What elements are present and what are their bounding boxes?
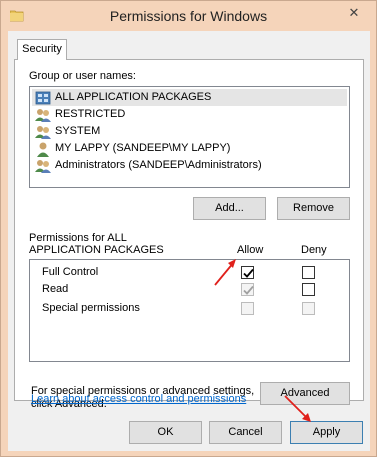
deny-column-header: Deny <box>301 244 327 256</box>
user-name: ALL APPLICATION PACKAGES <box>55 91 212 103</box>
special-allow-checkbox <box>241 302 254 315</box>
user-name: Administrators (SANDEEP\Administrators) <box>55 159 262 171</box>
group-icon <box>35 126 51 139</box>
group-names-label: Group or user names: <box>29 70 136 82</box>
annotation-arrow-icon <box>284 395 311 422</box>
close-button[interactable]: ✕ <box>336 2 372 23</box>
checkmark-icon <box>243 268 254 278</box>
checkmark-icon <box>243 285 254 295</box>
list-item[interactable]: RESTRICTED <box>32 106 347 123</box>
list-item[interactable]: SYSTEM <box>32 123 347 140</box>
permission-name: Full Control <box>42 266 99 278</box>
permission-name: Special permissions <box>42 302 140 314</box>
dialog-client-area: Security Group or user names: ALL APPLIC… <box>8 31 370 451</box>
permissions-label-line2: APPLICATION PACKAGES <box>29 244 164 256</box>
remove-button[interactable]: Remove <box>277 197 350 220</box>
list-item[interactable]: ALL APPLICATION PACKAGES <box>32 89 347 106</box>
permissions-window: Permissions for Windows ✕ Security Group… <box>0 0 377 457</box>
full-control-deny-checkbox[interactable] <box>302 266 315 279</box>
list-item[interactable]: Administrators (SANDEEP\Administrators) <box>32 157 347 174</box>
tab-security[interactable]: Security <box>17 39 67 60</box>
permission-name: Read <box>42 283 69 295</box>
list-item[interactable]: MY LAPPY (SANDEEP\MY LAPPY) <box>32 140 347 157</box>
permissions-label-line1: Permissions for ALL <box>29 232 127 244</box>
window-title: Permissions for Windows <box>109 8 268 24</box>
user-name: RESTRICTED <box>55 108 126 120</box>
group-icon <box>35 109 51 122</box>
title-bar[interactable]: Permissions for Windows ✕ <box>1 1 376 32</box>
security-tab-panel: Group or user names: ALL APPLICATION PAC… <box>14 59 364 410</box>
allow-column-header: Allow <box>237 244 264 256</box>
group-icon <box>35 160 51 173</box>
application-packages-icon <box>35 91 51 105</box>
help-link[interactable]: Learn about access control and permissio… <box>31 393 246 405</box>
add-button[interactable]: Add... <box>193 197 266 220</box>
permissions-list: Full Control Read Special permissions <box>29 259 350 362</box>
read-deny-checkbox[interactable] <box>302 283 315 296</box>
user-name: SYSTEM <box>55 125 101 137</box>
cancel-button[interactable]: Cancel <box>209 421 282 444</box>
ok-button[interactable]: OK <box>129 421 202 444</box>
read-allow-checkbox <box>241 283 254 296</box>
user-name: MY LAPPY (SANDEEP\MY LAPPY) <box>55 142 231 154</box>
user-icon <box>37 142 49 157</box>
annotation-arrow-icon <box>214 259 236 286</box>
special-deny-checkbox <box>302 302 315 315</box>
full-control-allow-checkbox[interactable] <box>241 266 254 279</box>
user-list[interactable]: ALL APPLICATION PACKAGES RESTRICTED SYST… <box>29 86 350 188</box>
